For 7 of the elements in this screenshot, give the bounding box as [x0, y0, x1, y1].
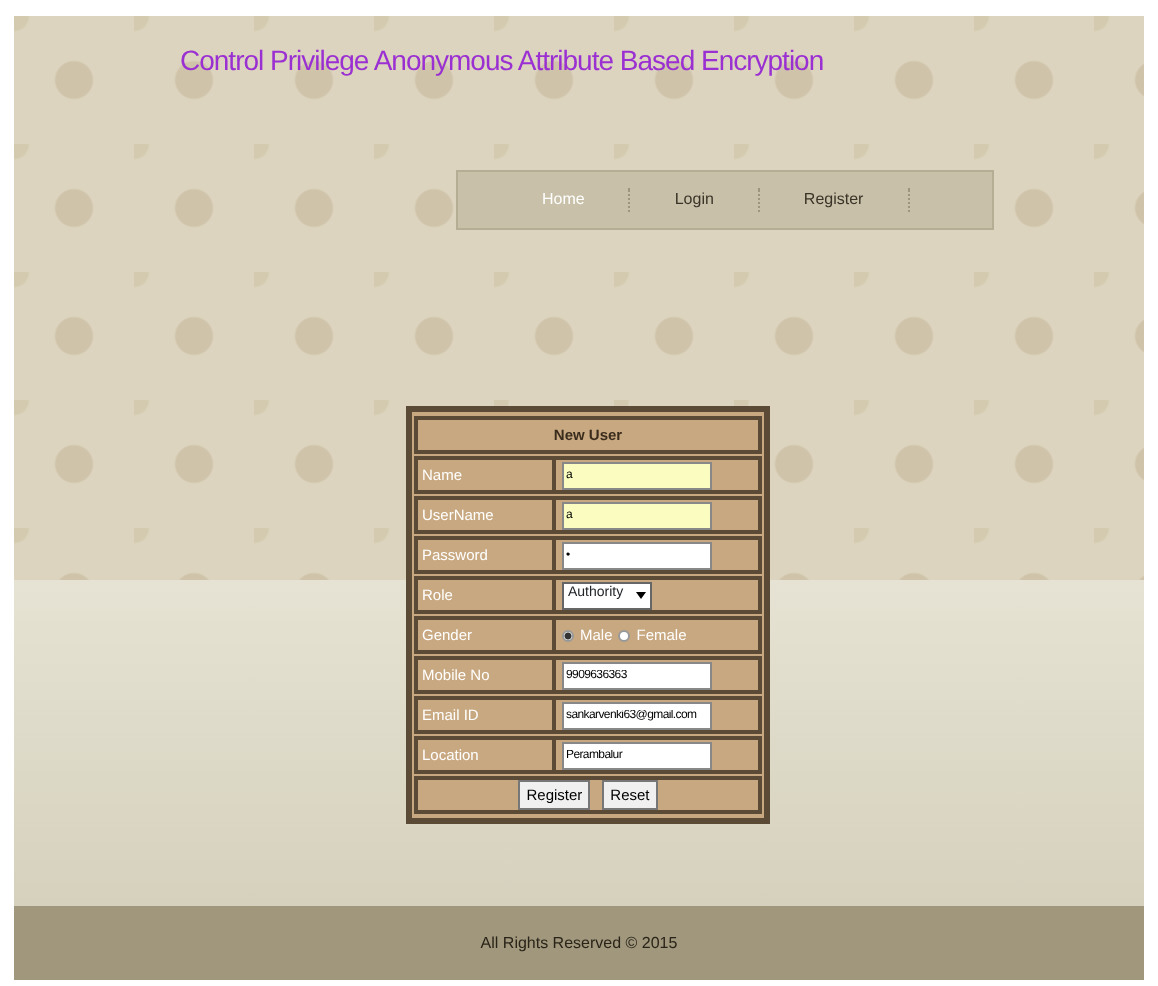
site-title: Control Privilege Anonymous Attribute Based Encryption	[178, 42, 826, 80]
nav-link-item[interactable]: Login	[630, 188, 760, 212]
nav-link-item[interactable]: Register	[759, 188, 910, 212]
radio-button[interactable]	[562, 629, 574, 641]
caret-icon	[635, 590, 646, 600]
radio-button[interactable]	[618, 629, 631, 641]
footer-text: All Rights Reserved © 2015	[480, 931, 678, 955]
